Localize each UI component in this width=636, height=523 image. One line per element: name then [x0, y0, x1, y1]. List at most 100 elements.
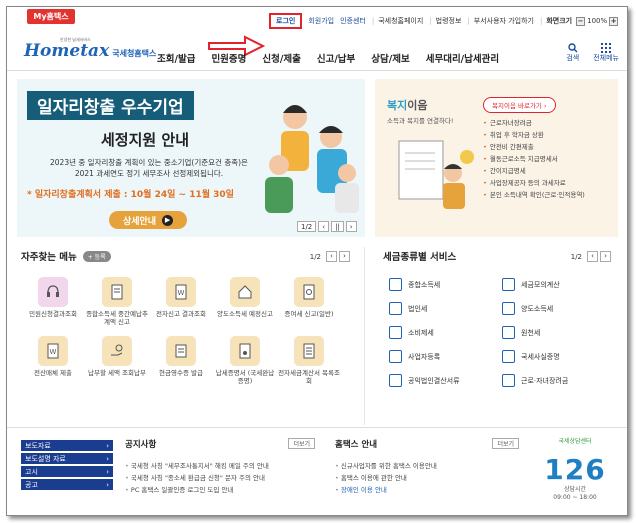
guide-more-button[interactable]: 더보기 — [492, 438, 519, 449]
welfare-item[interactable]: 월동근로소득 지급명세서 — [483, 153, 585, 165]
menu-tile-label: 납부할 세액 조회납부 — [88, 369, 146, 377]
svg-text:W: W — [50, 348, 57, 356]
my-hometax-tab[interactable]: My홈택스 — [27, 9, 75, 24]
guide-item[interactable]: 홈택스 이용에 관한 안내 — [335, 472, 519, 484]
workers-illustration — [265, 105, 359, 213]
notice-more-button[interactable]: 더보기 — [288, 438, 315, 449]
zoom-control: 화면크기 − 100% + — [546, 16, 619, 26]
press-link-label: 공고 — [25, 480, 38, 489]
tax-service-item[interactable]: 공익법인결산서류 — [389, 373, 502, 388]
cert-center-link[interactable]: 인증센터 — [340, 16, 366, 26]
divider: | — [467, 17, 470, 25]
guide-item[interactable]: 장애인 이용 안내 — [335, 484, 519, 496]
press-link[interactable]: 공고 › — [21, 479, 113, 490]
welfare-banner[interactable]: 복지이음 소득과 복지를 연결하다! 복지이음 바로가기 › 근로자녀장려금 취… — [375, 79, 618, 237]
press-link[interactable]: 고시 › — [21, 466, 113, 477]
nts-homepage-link[interactable]: 국세청홈페이지 — [378, 16, 423, 26]
deadline-value: 10월 24일 ~ 11월 30일 — [130, 190, 234, 200]
building-icon — [389, 302, 402, 315]
welfare-item[interactable]: 안전비 간편제출 — [483, 141, 585, 153]
banner-detail-button[interactable]: 상세안내 ▶ — [109, 211, 187, 229]
menu-tile[interactable]: 전자세금계산서 목록조회 — [277, 336, 341, 385]
nav-item-certificate[interactable]: 민원증명 — [211, 51, 246, 65]
tax-item-label: 종합소득세 — [408, 280, 441, 289]
browser-page: My홈택스 로그인 회원가입 인증센터 | 국세청홈페이지 | 법령정보 | 부… — [6, 6, 628, 516]
menu-tile[interactable]: 납부할 세액 조회납부 — [85, 336, 149, 385]
law-info-link[interactable]: 법령정보 — [436, 16, 462, 26]
logo-tagline: 안녕한 납세서비스 — [60, 37, 91, 42]
all-menu-button[interactable]: 전체메뉴 — [593, 43, 619, 63]
tax-item-label: 소비제세 — [408, 328, 434, 337]
prev-arrow-icon[interactable]: ‹ — [326, 251, 337, 262]
welfare-shortcut-button[interactable]: 복지이음 바로가기 › — [483, 97, 556, 113]
menu-tile[interactable]: 민원신청결과조회 — [21, 277, 85, 326]
tax-service-item[interactable]: 양도소득세 — [502, 301, 615, 316]
nav-item-agent[interactable]: 세무대리/납세관리 — [426, 51, 499, 65]
tax-item-label: 양도소득세 — [521, 304, 554, 313]
menu-tile[interactable]: 양도소득세 예정신고 — [213, 277, 277, 326]
welfare-item[interactable]: 본인 소득내역 확인(근로·인적용역) — [483, 189, 585, 201]
frequent-pager: 1/2 ‹ › — [310, 251, 350, 262]
dept-user-signup-link[interactable]: 부서사용자 가입하기 — [474, 16, 534, 26]
media-file-icon: W — [38, 336, 68, 366]
tax-service-item[interactable]: 종합소득세 — [389, 277, 502, 292]
notice-item[interactable]: 국세청 사칭 "종소세 환급금 신청" 문자 주의 안내 — [125, 472, 315, 484]
menu-tile[interactable]: 증여세 신고(일반) — [277, 277, 341, 326]
guide-title: 홈택스 안내 — [335, 440, 378, 450]
press-link[interactable]: 보도자료 › — [21, 440, 113, 451]
nav-item-filing[interactable]: 신고/납부 — [317, 51, 355, 65]
menu-tile[interactable]: 종합소득세 중간예납추계액 신고 — [85, 277, 149, 326]
hometax-logo[interactable]: 안녕한 납세서비스 Hometax 국세청홈택스 — [24, 37, 156, 61]
login-link[interactable]: 로그인 — [269, 13, 303, 29]
pause-icon[interactable]: || — [331, 221, 344, 232]
next-arrow-icon[interactable]: › — [339, 251, 350, 262]
tax-service-item[interactable]: 원천세 — [502, 325, 615, 340]
signup-link[interactable]: 회원가입 — [308, 16, 334, 26]
section-divider — [364, 247, 365, 425]
tax-service-item[interactable]: 국세사실증명 — [502, 349, 615, 364]
nav-item-application[interactable]: 신청/제출 — [262, 51, 300, 65]
tax-service-item[interactable]: 세금모의계산 — [502, 277, 615, 292]
search-button[interactable]: 검색 — [566, 43, 579, 63]
menu-tile-label: 종합소득세 중간예납추계액 신고 — [86, 310, 148, 326]
nav-item-lookup[interactable]: 조회/발급 — [157, 51, 195, 65]
next-arrow-icon[interactable]: › — [345, 221, 357, 232]
tax-service-item[interactable]: 법인세 — [389, 301, 502, 316]
deadline-label: * 일자리창출계획서 제출 : — [27, 190, 131, 200]
prev-arrow-icon[interactable]: ‹ — [318, 221, 330, 232]
welfare-item[interactable]: 사업장제공자 등의 과세자료 — [483, 177, 585, 189]
transfer-icon — [502, 302, 515, 315]
guide-item[interactable]: 신규사업자를 위한 홈택스 이용안내 — [335, 460, 519, 472]
banner-desc-line: 2023년 중 일자리창출 계획이 있는 중소기업(기준요건 충족)은 — [50, 158, 248, 167]
welfare-item[interactable]: 취업 후 학자금 상환 — [483, 129, 585, 141]
prev-arrow-icon[interactable]: ‹ — [587, 251, 598, 262]
menu-tile[interactable]: 납세증명서 (국세완납증명) — [213, 336, 277, 385]
banner-pager: 1/2 ‹ || › — [297, 221, 357, 232]
notice-item[interactable]: 국세청 사칭 "세무조사통지서" 해킹 메일 주의 안내 — [125, 460, 315, 472]
menu-tile-label: 납세증명서 (국세완납증명) — [215, 369, 275, 385]
press-link[interactable]: 보도설명 자료 › — [21, 453, 113, 464]
main-banner[interactable]: 일자리창출 우수기업 세정지원 안내 2023년 중 일자리창출 계획이 있는 … — [17, 79, 365, 237]
zoom-in-button[interactable]: + — [609, 16, 619, 26]
grid-menu-icon — [601, 43, 612, 53]
call-number: 126 — [544, 453, 606, 486]
welfare-list: 근로자녀장려금 취업 후 학자금 상환 안전비 간편제출 월동근로소득 지급명세… — [483, 117, 585, 201]
chevron-right-icon: › — [106, 441, 109, 450]
menu-tile[interactable]: W 전자신고 결과조회 — [149, 277, 213, 326]
chevron-right-icon: › — [106, 480, 109, 489]
nav-item-consult[interactable]: 상담/제보 — [371, 51, 409, 65]
zoom-out-button[interactable]: − — [576, 16, 586, 26]
tax-service-item[interactable]: 소비제세 — [389, 325, 502, 340]
tax-service-item[interactable]: 사업자등록 — [389, 349, 502, 364]
notice-list: 국세청 사칭 "세무조사통지서" 해킹 메일 주의 안내 국세청 사칭 "종소세… — [125, 460, 315, 496]
menu-tile[interactable]: 현금영수증 발급 — [149, 336, 213, 385]
tax-item-label: 근로·자녀장려금 — [521, 376, 569, 385]
tax-service-item[interactable]: 근로·자녀장려금 — [502, 373, 615, 388]
notice-item[interactable]: PC 홈택스 일괄인증 로그인 도입 안내 — [125, 484, 315, 496]
welfare-item[interactable]: 근로자녀장려금 — [483, 117, 585, 129]
welfare-item[interactable]: 간이지급명세 — [483, 165, 585, 177]
menu-tile[interactable]: W 전산매체 제출 — [21, 336, 85, 385]
next-arrow-icon[interactable]: › — [600, 251, 611, 262]
banner-subtitle: 세정지원 안내 — [101, 131, 190, 149]
register-button[interactable]: + 등록 — [82, 250, 111, 262]
